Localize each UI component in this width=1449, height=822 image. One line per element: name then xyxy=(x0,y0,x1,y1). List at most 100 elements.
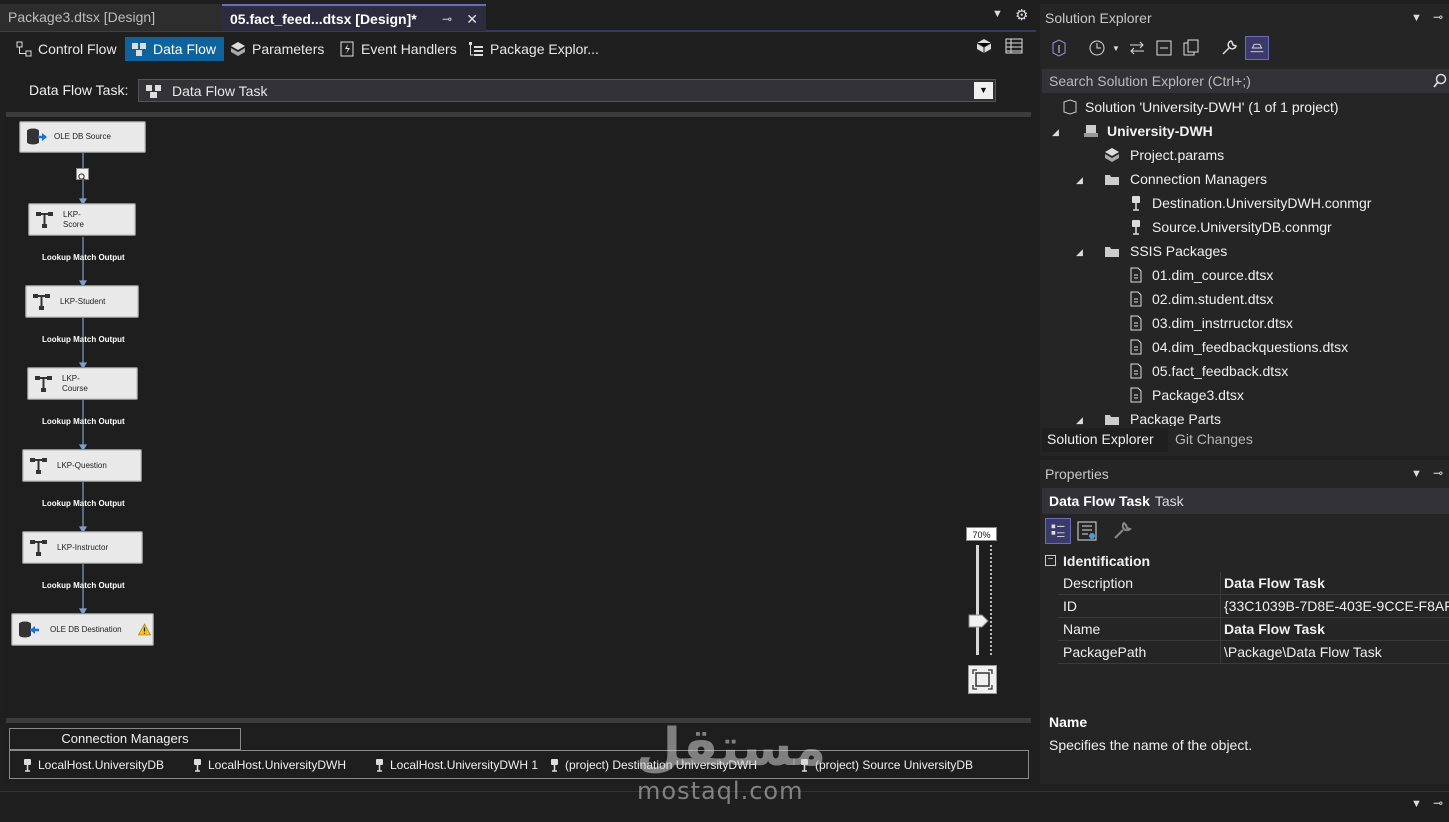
package-icon[interactable] xyxy=(976,38,992,54)
search-placeholder: Search Solution Explorer (Ctrl+;) xyxy=(1049,73,1251,89)
tree-package-item[interactable]: 01.dim_cource.dtsx xyxy=(1128,265,1273,285)
zoom-slider-track[interactable] xyxy=(976,545,979,655)
path-label[interactable]: Lookup Match Output xyxy=(42,581,125,590)
path-label[interactable]: Lookup Match Output xyxy=(42,335,125,344)
tab-git-changes[interactable]: Git Changes xyxy=(1175,428,1253,450)
tree-label: Connection Managers xyxy=(1130,171,1267,187)
lkp-student-node[interactable]: LKP-Student xyxy=(25,285,139,318)
path-label[interactable]: Lookup Match Output xyxy=(42,253,125,262)
properties-wrench-icon[interactable] xyxy=(1220,39,1238,57)
panel-title: Solution Explorer xyxy=(1045,10,1152,26)
tree-project[interactable]: ◢ University-DWH xyxy=(1052,121,1213,141)
property-value[interactable]: \Package\Data Flow Task xyxy=(1224,641,1449,664)
chevron-down-icon[interactable]: ▼ xyxy=(1411,798,1422,810)
tab-overflow-dropdown-icon[interactable]: ▼ xyxy=(992,8,1003,20)
show-all-files-icon[interactable] xyxy=(1182,39,1200,57)
panel-title: Properties xyxy=(1045,466,1109,482)
preview-selected-icon[interactable] xyxy=(1245,36,1269,60)
data-flow-icon xyxy=(132,43,146,56)
sync-icon[interactable] xyxy=(1128,39,1146,57)
lkp-course-node[interactable]: LKP- Course xyxy=(27,367,138,400)
tab-solution-explorer[interactable]: Solution Explorer xyxy=(1042,428,1168,452)
data-flow-canvas[interactable] xyxy=(6,112,1031,718)
property-row-packagepath[interactable]: PackagePath \Package\Data Flow Task xyxy=(1058,641,1449,664)
solution-explorer-search[interactable]: Search Solution Explorer (Ctrl+;) xyxy=(1042,69,1449,93)
lkp-instructor-node[interactable]: LKP-Instructor xyxy=(22,531,143,564)
lookup-icon xyxy=(35,375,52,392)
tab-package-explorer[interactable]: Package Explor... xyxy=(462,37,607,61)
pin-icon[interactable]: ⊸ xyxy=(442,6,452,33)
pin-icon[interactable]: ⊸ xyxy=(1433,466,1443,480)
tab-package3[interactable]: Package3.dtsx [Design] xyxy=(0,4,222,31)
database-destination-icon xyxy=(19,621,39,637)
watermark-logo: مستقل xyxy=(636,718,827,778)
alphabetical-icon[interactable] xyxy=(1076,520,1098,542)
tab-parameters[interactable]: Parameters xyxy=(224,37,332,61)
tree-package-item[interactable]: 03.dim_instrructor.dtsx xyxy=(1128,313,1293,333)
pin-icon[interactable]: ⊸ xyxy=(1433,796,1443,810)
collapse-all-icon[interactable] xyxy=(1155,39,1173,57)
chevron-down-icon[interactable]: ▼ xyxy=(1112,44,1120,53)
connection-manager-item[interactable]: LocalHost.UniversityDWH 1 xyxy=(372,758,538,772)
tree-package-parts-folder[interactable]: ◢ Package Parts xyxy=(1076,409,1221,426)
properties-object-selector[interactable]: Data Flow Task Task xyxy=(1042,488,1449,514)
pin-icon[interactable]: ⊸ xyxy=(1433,10,1443,24)
property-pages-icon[interactable] xyxy=(1111,520,1133,542)
expanded-arrow-icon[interactable]: ◢ xyxy=(1076,242,1083,262)
tree-ssis-packages-folder[interactable]: ◢ SSIS Packages xyxy=(1076,241,1227,261)
categorized-icon[interactable] xyxy=(1045,518,1071,544)
tab-event-handlers[interactable]: Event Handlers xyxy=(333,37,465,61)
close-icon[interactable]: ✕ xyxy=(466,6,478,33)
zoom-slider-thumb[interactable] xyxy=(968,614,989,628)
tree-package-item[interactable]: Package3.dtsx xyxy=(1128,385,1244,405)
tab-control-flow[interactable]: Control Flow xyxy=(10,37,125,61)
expanded-arrow-icon[interactable]: ◢ xyxy=(1052,122,1059,142)
tree-solution[interactable]: Solution 'University-DWH' (1 of 1 projec… xyxy=(1060,97,1339,117)
gear-icon[interactable]: ⚙ xyxy=(1015,6,1028,24)
path-label[interactable]: Lookup Match Output xyxy=(42,417,125,426)
zoom-to-fit-button[interactable] xyxy=(968,665,997,694)
ole-db-destination-node[interactable]: OLE DB Destination xyxy=(11,613,154,646)
ole-db-source-node[interactable]: OLE DB Source xyxy=(19,121,146,153)
lkp-score-node[interactable]: LKP- Score xyxy=(28,203,136,236)
tab-label: Package Explor... xyxy=(490,41,599,57)
connection-manager-item[interactable]: LocalHost.UniversityDB xyxy=(20,758,164,772)
warning-icon[interactable] xyxy=(138,623,151,636)
tree-package-item[interactable]: 02.dim.student.dtsx xyxy=(1128,289,1273,309)
tab-data-flow[interactable]: Data Flow xyxy=(125,37,225,61)
tab-fact-feedback[interactable]: 05.fact_feed...dtsx [Design]* ⊸ ✕ xyxy=(222,4,486,31)
expanded-arrow-icon[interactable]: ◢ xyxy=(1076,170,1083,190)
connection-manager-item[interactable]: LocalHost.UniversityDWH xyxy=(190,758,346,772)
path-label[interactable]: Lookup Match Output xyxy=(42,499,125,508)
property-row-id[interactable]: ID {33C1039B-7D8E-403E-9CCE-F8AF xyxy=(1058,595,1449,618)
object-name: Data Flow Task xyxy=(1049,493,1150,509)
chevron-down-icon[interactable]: ▼ xyxy=(1411,468,1422,480)
expanded-arrow-icon[interactable]: ◢ xyxy=(1076,410,1083,426)
history-icon[interactable] xyxy=(1088,39,1106,57)
data-flow-task-select[interactable]: Data Flow Task ▼ xyxy=(138,79,996,102)
variables-grid-icon[interactable] xyxy=(1005,38,1023,54)
property-value[interactable]: Data Flow Task xyxy=(1224,618,1449,641)
category-identification[interactable]: − Identification xyxy=(1042,551,1449,571)
tree-connection-managers-folder[interactable]: ◢ Connection Managers xyxy=(1076,169,1267,189)
property-value[interactable]: Data Flow Task xyxy=(1224,572,1449,595)
chevron-down-icon[interactable]: ▼ xyxy=(1411,12,1422,24)
data-viewer-icon[interactable] xyxy=(76,168,89,182)
selected-task: Data Flow Task xyxy=(172,83,268,99)
tree-conn-destination[interactable]: Destination.UniversityDWH.conmgr xyxy=(1128,193,1371,213)
tree-package-item[interactable]: 04.dim_feedbackquestions.dtsx xyxy=(1128,337,1348,357)
node-label: LKP-Instructor xyxy=(57,542,109,552)
switch-views-icon[interactable] xyxy=(1050,39,1068,57)
tree-package-item[interactable]: 05.fact_feedback.dtsx xyxy=(1128,361,1288,381)
tree-project-params[interactable]: Project.params xyxy=(1104,145,1224,165)
property-row-name[interactable]: Name Data Flow Task xyxy=(1058,618,1449,641)
chevron-down-icon[interactable]: ▼ xyxy=(974,82,993,99)
connection-managers-tab[interactable]: Connection Managers xyxy=(9,728,241,750)
collapse-icon[interactable]: − xyxy=(1045,555,1056,566)
folder-icon xyxy=(1105,247,1119,257)
lkp-question-node[interactable]: LKP-Question xyxy=(22,449,142,482)
tree-conn-source[interactable]: Source.UniversityDB.conmgr xyxy=(1128,217,1332,237)
property-row-description[interactable]: Description Data Flow Task xyxy=(1058,572,1449,595)
property-value[interactable]: {33C1039B-7D8E-403E-9CCE-F8AF xyxy=(1224,595,1449,618)
tab-label: Event Handlers xyxy=(361,41,457,57)
